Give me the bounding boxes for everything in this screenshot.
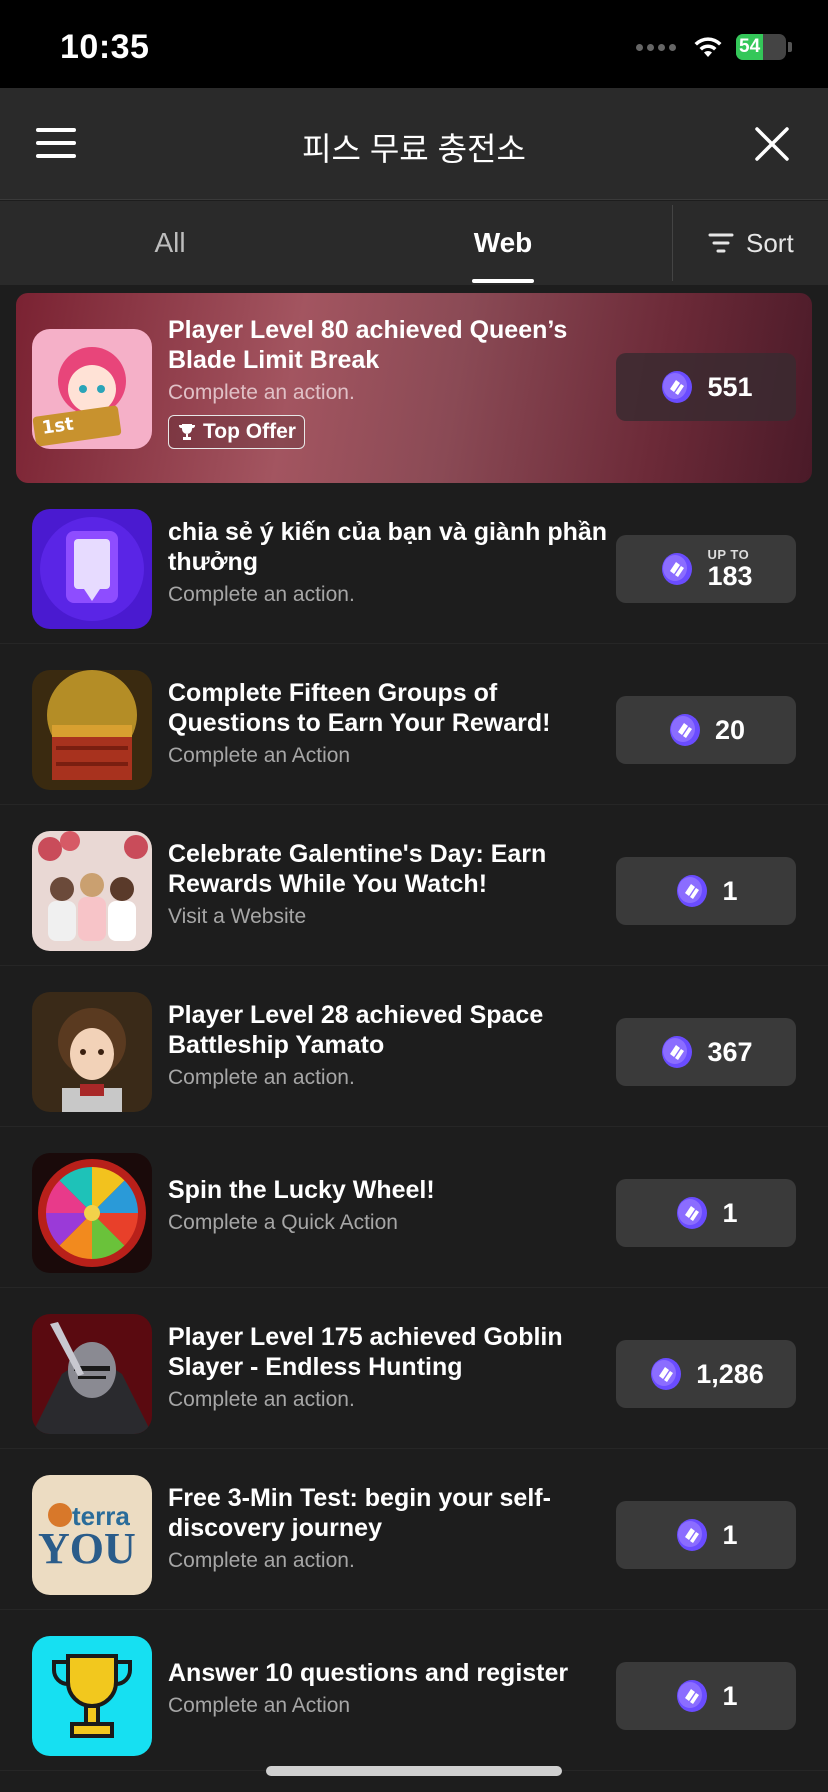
offer-thumbnail-armored-knight (32, 1314, 152, 1434)
coin-icon (677, 1680, 708, 1712)
trophy-icon (178, 424, 196, 440)
offer-thumbnail-trophy (32, 1636, 152, 1756)
top-offer-badge: Top Offer (168, 415, 305, 449)
reward-button[interactable]: 551 (616, 353, 796, 421)
logo-text-you: YOU (38, 1524, 136, 1573)
offer-title: Answer 10 questions and register (168, 1659, 569, 1687)
badge-label: Top Offer (203, 420, 296, 443)
status-time: 10:35 (60, 28, 150, 66)
reward-button[interactable]: 1 (616, 1501, 796, 1569)
offer-text: Free 3-Min Test: begin your self-discove… (168, 1483, 608, 1573)
battery-icon: 54 (736, 34, 786, 60)
offer-item[interactable]: Player Level 28 achieved Space Battleshi… (0, 966, 828, 1127)
reward-amount: 1 (722, 875, 738, 906)
reward-button[interactable]: 1 (616, 1179, 796, 1247)
offer-item[interactable]: Player Level 175 achieved Goblin Slayer … (0, 1288, 828, 1449)
offer-text: Celebrate Galentine's Day: Earn Rewards … (168, 839, 608, 929)
offer-title: Player Level 28 achieved Space Battleshi… (168, 1001, 544, 1059)
offer-subtitle: Complete a Quick Action (168, 1211, 398, 1234)
offer-thumbnail-anime-girl: 1st (32, 329, 152, 449)
offer-text: Spin the Lucky Wheel! Complete a Quick A… (168, 1175, 608, 1235)
battery-percent: 54 (739, 36, 761, 57)
reward-amount: 1 (722, 1680, 738, 1711)
svg-text:1st: 1st (41, 414, 76, 439)
reward-amount: 183 (707, 561, 753, 591)
wifi-icon (694, 37, 722, 57)
offer-list: 1st Player Level 80 achieved Queen’s Bla… (0, 285, 828, 1771)
offer-item[interactable]: chia sẻ ý kiến của bạn và giành phần thư… (0, 483, 828, 644)
offer-title: Complete Fifteen Groups of Questions to … (168, 679, 551, 737)
tab-web[interactable]: Web (393, 201, 613, 285)
offer-text: chia sẻ ý kiến của bạn và giành phần thư… (168, 517, 608, 607)
reward-button[interactable]: 367 (616, 1018, 796, 1086)
offer-thumbnail-survey (32, 509, 152, 629)
reward-button[interactable]: 20 (616, 696, 796, 764)
coin-icon (662, 1036, 693, 1068)
close-icon[interactable] (754, 126, 790, 162)
offer-item[interactable]: terra YOU Free 3-Min Test: begin your se… (0, 1449, 828, 1610)
offer-title: Player Level 175 achieved Goblin Slayer … (168, 1323, 563, 1381)
reward-amount: 367 (707, 1036, 753, 1067)
offer-item[interactable]: Complete Fifteen Groups of Questions to … (0, 644, 828, 805)
offer-title: Spin the Lucky Wheel! (168, 1176, 435, 1204)
sort-label: Sort (746, 227, 794, 258)
offer-subtitle: Complete an Action (168, 1694, 351, 1717)
offer-title: Celebrate Galentine's Day: Earn Rewards … (168, 840, 547, 898)
offer-subtitle: Complete an action. (168, 381, 355, 404)
offer-item[interactable]: Answer 10 questions and register Complet… (0, 1610, 828, 1771)
reward-amount: 1 (722, 1519, 738, 1550)
reward-amount: 20 (714, 714, 746, 745)
offer-thumbnail-terra-you-logo: terra YOU (32, 1475, 152, 1595)
offer-text: Complete Fifteen Groups of Questions to … (168, 678, 608, 768)
divider (672, 205, 673, 281)
cellular-icon (636, 43, 676, 51)
offer-text: Player Level 28 achieved Space Battleshi… (168, 1000, 608, 1090)
tab-bar: All Web Sort (0, 201, 828, 285)
coin-icon (677, 1519, 708, 1551)
offer-item[interactable]: Celebrate Galentine's Day: Earn Rewards … (0, 805, 828, 966)
sort-icon (708, 233, 734, 253)
reward-button[interactable]: UP TO 183 (616, 535, 796, 603)
coin-icon (662, 553, 693, 585)
coin-icon (677, 1197, 708, 1229)
reward-upto-label: UP TO (707, 547, 750, 562)
offer-subtitle: Visit a Website (168, 905, 307, 928)
tab-all[interactable]: All (60, 201, 280, 285)
offer-subtitle: Complete an action. (168, 1066, 355, 1089)
page-title: 피스 무료 충전소 (302, 131, 526, 167)
tab-selected-indicator (472, 279, 534, 283)
reward-stack: UP TO 183 (707, 548, 752, 590)
sort-button[interactable]: Sort (708, 201, 794, 285)
coin-icon (651, 1358, 682, 1390)
offer-title: chia sẻ ý kiến của bạn và giành phần thư… (168, 518, 608, 576)
offer-subtitle: Complete an action. (168, 1549, 355, 1572)
offer-title: Player Level 80 achieved Queen’s Blade L… (168, 316, 568, 374)
offer-thumbnail-lucky-wheel (32, 1153, 152, 1273)
offer-subtitle: Complete an action. (168, 583, 355, 606)
offer-text: Player Level 80 achieved Queen’s Blade L… (168, 315, 608, 449)
status-bar: 10:35 54 (0, 0, 828, 88)
reward-button[interactable]: 1 (616, 857, 796, 925)
coin-icon (669, 714, 700, 746)
offer-text: Answer 10 questions and register Complet… (168, 1658, 608, 1718)
home-indicator[interactable] (266, 1766, 562, 1776)
offer-text: Player Level 175 achieved Goblin Slayer … (168, 1322, 608, 1412)
header: 피스 무료 충전소 (0, 88, 828, 200)
reward-amount: 551 (707, 371, 753, 402)
offer-thumbnail-treasure-chest (32, 670, 152, 790)
offer-thumbnail-party-photo (32, 831, 152, 951)
reward-button[interactable]: 1,286 (616, 1340, 796, 1408)
coin-icon (677, 875, 708, 907)
offer-item[interactable]: Spin the Lucky Wheel! Complete a Quick A… (0, 1127, 828, 1288)
offer-subtitle: Complete an action. (168, 1388, 355, 1411)
coin-icon (662, 371, 693, 403)
reward-amount: 1 (722, 1197, 738, 1228)
offer-title: Free 3-Min Test: begin your self-discove… (168, 1484, 551, 1542)
offer-subtitle: Complete an Action (168, 744, 351, 767)
offer-thumbnail-anime-boy (32, 992, 152, 1112)
reward-amount: 1,286 (696, 1358, 764, 1389)
offer-item-featured[interactable]: 1st Player Level 80 achieved Queen’s Bla… (0, 285, 828, 483)
status-icons: 54 (636, 34, 792, 60)
reward-button[interactable]: 1 (616, 1662, 796, 1730)
